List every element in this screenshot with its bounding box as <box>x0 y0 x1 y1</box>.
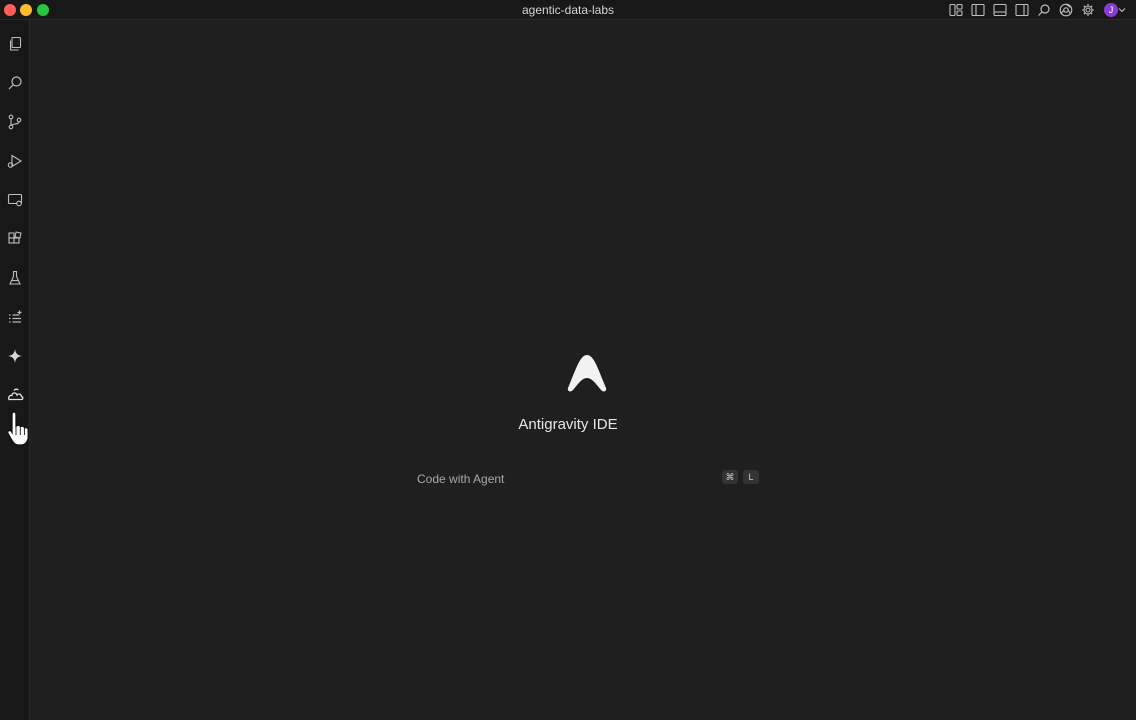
title-bar: agentic-data-labs J <box>0 0 1136 20</box>
source-control-icon[interactable] <box>3 110 27 134</box>
cloud-deploy-icon[interactable] <box>3 383 27 407</box>
toggle-secondary-sidebar-icon[interactable] <box>1014 2 1030 18</box>
settings-gear-icon[interactable] <box>1080 2 1096 18</box>
toggle-sidebar-icon[interactable] <box>970 2 986 18</box>
avatar-initial: J <box>1104 3 1118 17</box>
browser-icon[interactable] <box>1058 2 1074 18</box>
search-icon[interactable] <box>3 71 27 95</box>
code-with-agent-command[interactable]: Code with Agent ⌘ L <box>417 470 759 488</box>
extensions-icon[interactable] <box>3 227 27 251</box>
remote-explorer-icon[interactable] <box>3 188 27 212</box>
antigravity-logo <box>567 355 607 392</box>
hand-pointer-cursor-icon <box>7 411 29 446</box>
search-icon[interactable] <box>1036 2 1052 18</box>
chevron-down-icon <box>1118 8 1126 13</box>
testing-icon[interactable] <box>3 266 27 290</box>
agent-sparkle-icon[interactable] <box>3 344 27 368</box>
run-debug-icon[interactable] <box>3 149 27 173</box>
explorer-icon[interactable] <box>3 32 27 56</box>
command-label: Code with Agent <box>417 472 505 486</box>
toggle-panel-icon[interactable] <box>992 2 1008 18</box>
command-key: ⌘ <box>722 470 738 484</box>
account-avatar[interactable]: J <box>1102 2 1128 18</box>
activity-bar <box>0 20 30 720</box>
outline-list-icon[interactable] <box>3 305 27 329</box>
titlebar-actions: J <box>948 2 1128 18</box>
product-name: Antigravity IDE <box>518 416 618 433</box>
l-key: L <box>743 470 759 484</box>
layout-icon[interactable] <box>948 2 964 18</box>
shortcut-keys: ⌘ L <box>722 470 759 484</box>
